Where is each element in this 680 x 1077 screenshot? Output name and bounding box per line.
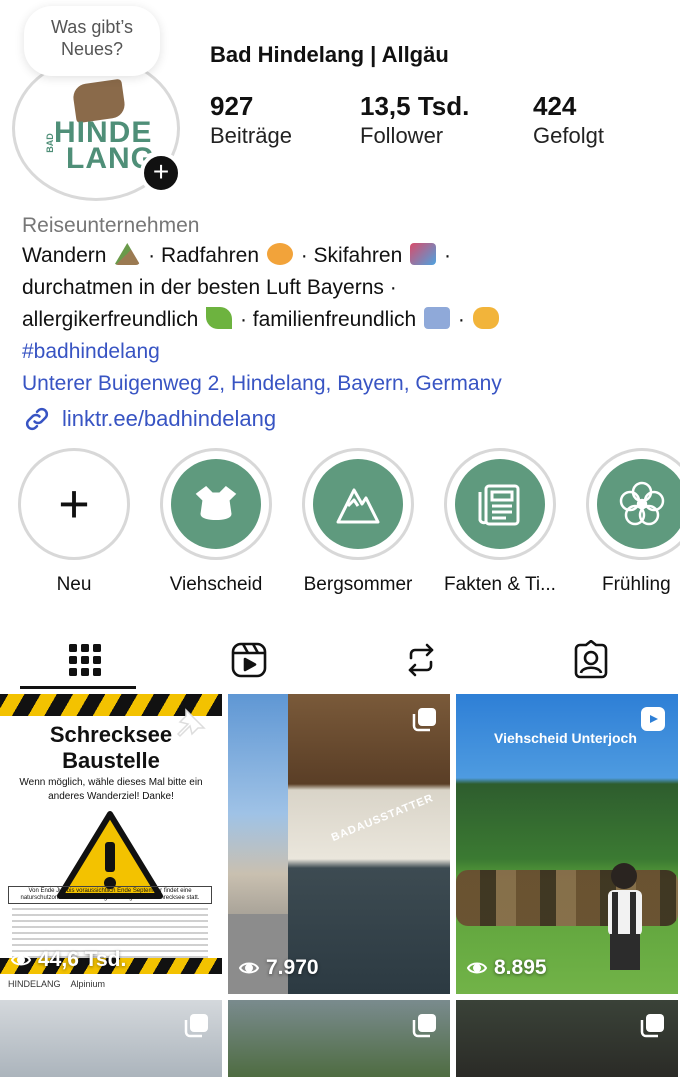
skier-emoji-icon [410,243,437,265]
view-count: 7.970 [238,956,319,980]
highlight-viehscheid-ring [160,448,272,560]
stat-followers[interactable]: 13,5 Tsd. Follower [360,92,469,152]
note-text: Was gibt’s Neues? [50,17,134,59]
stat-following[interactable]: 424 Gefolgt [533,92,604,152]
bio-separator-2: · [457,308,465,331]
carousel-icon [412,708,436,732]
highlight-fruehling-label: Frühling [602,574,671,595]
bio-text-hiking: Wandern [22,244,107,267]
bio-text-allergy: allergikerfreundlich [22,308,199,331]
family-emoji-icon [424,307,451,329]
active-tab-indicator [20,686,136,689]
carousel-icon [640,1014,664,1038]
bio-line-2: durchatmen in der besten Luft Bayerns · [22,276,397,299]
post-tile-5[interactable] [228,1000,450,1077]
highlight-viehscheid-label: Viehscheid [169,574,263,595]
view-count-text: 44,6 Tsd. [38,948,127,971]
bio-line-1: Wandern · Radfahren · Skifahren · [22,240,662,272]
stat-following-value: 424 [533,91,577,121]
post-tile-schrecksee[interactable]: Schrecksee Baustelle Wenn möglich, wähle… [0,694,222,994]
cyclist-emoji-icon [266,243,293,265]
highlight-fakten-label: Fakten & Ti... [444,574,556,595]
tab-tagged[interactable] [506,628,676,692]
bio-separator: · [443,244,451,267]
website-link-text: linktr.ee/badhindelang [62,406,277,431]
highlight-new-label: Neu [56,574,92,595]
tab-grid[interactable] [0,628,170,692]
carousel-icon [412,1014,436,1038]
bio-address-link[interactable]: Unterer Buigenweg 2, Hindelang, Bayern, … [22,368,662,400]
view-count-text: 8.895 [494,956,547,979]
view-count-text: 7.970 [266,956,319,979]
post-tile-4[interactable] [0,1000,222,1077]
eye-icon [238,962,260,974]
flower-icon [597,459,680,549]
bio-website-link[interactable]: linktr.ee/badhindelang [22,404,276,434]
stat-posts-value: 927 [210,91,254,121]
mountain-emoji-icon [114,243,141,265]
carousel-icon [184,1014,208,1038]
post-subtitle: Wenn möglich, wähle dieses Mal bitte ein… [19,777,203,802]
grid-icon [69,644,101,676]
bio-line-3: allergikerfreundlich · familienfreundlic… [22,304,662,336]
bio: Reiseunternehmen Wandern · Radfahren · S… [22,212,662,400]
stat-followers-value: 13,5 Tsd. [360,91,470,121]
bio-hashtag-link[interactable]: #badhindelang [22,336,662,368]
post-footer-logos: HINDELANG Alpinium [0,974,222,994]
building-facade [288,694,450,994]
highlight-fruehling[interactable]: Frühling [582,448,680,596]
bio-text-family: · familienfreundlich [239,308,417,331]
story-highlights: + Neu Viehscheid Bergsommer Fakten & Ti.… [0,448,680,598]
stat-followers-label: Follower [360,123,444,148]
stat-following-label: Gefolgt [533,123,604,148]
highlight-fruehling-ring [586,448,680,560]
reels-icon [231,642,267,678]
mountain-icon [313,459,403,549]
highlight-fakten-ring [444,448,556,560]
tagged-icon [574,640,608,679]
highlight-bergsommer[interactable]: Bergsommer [298,448,418,596]
note-bubble[interactable]: Was gibt’s Neues? [24,6,160,76]
highlight-new-ring: + [18,448,130,560]
link-icon [25,407,49,431]
view-count: 44,6 Tsd. [10,948,126,972]
post-title: Schrecksee Baustelle [49,722,173,773]
eye-icon [466,962,488,974]
footer-logo-alpinium: Alpinium [70,979,106,989]
stat-posts-label: Beiträge [210,123,292,148]
highlight-bergsommer-label: Bergsommer [303,574,413,595]
stat-posts[interactable]: 927 Beiträge [210,92,292,152]
cow-icon [171,459,261,549]
post-caption: Viehscheid Unterjoch [494,730,637,746]
add-story-button[interactable]: + [140,152,182,194]
post-tile-6[interactable] [456,1000,678,1077]
tab-reels[interactable] [164,628,334,692]
eye-icon [10,954,32,966]
post-tile-street[interactable]: BADAUSSTATTER 7.970 [228,694,450,994]
profile-name: Bad Hindelang | Allgäu [210,42,449,67]
view-count: 8.895 [466,956,547,980]
post-tile-viehscheid[interactable]: Viehscheid Unterjoch 8.895 [456,694,678,994]
profile-tabs [0,628,680,692]
newspaper-icon [455,459,545,549]
logo-text: HINDE LANG [54,118,155,174]
plus-icon: + [58,474,90,534]
highlight-viehscheid[interactable]: Viehscheid [156,448,276,596]
pointing-hand-emoji-icon [472,307,499,329]
highlight-bergsommer-ring [302,448,414,560]
highlight-new[interactable]: + Neu [14,448,134,596]
tab-reposts[interactable] [336,628,506,692]
post-notice: Von Ende Juli bis voraussichtlich Ende S… [8,886,212,904]
bio-text-skiing: · Skifahren [300,244,403,267]
reels-icon [641,707,665,731]
bio-text-cycling: · Radfahren [148,244,260,267]
logo-side-text: BAD [44,133,55,153]
bio-category: Reiseunternehmen [22,214,200,237]
repost-icon [408,643,434,677]
footer-logo-hindelang: HINDELANG [8,979,61,989]
person-figure [608,863,642,970]
leaf-emoji-icon [206,307,233,329]
highlight-fakten[interactable]: Fakten & Ti... [440,448,560,596]
